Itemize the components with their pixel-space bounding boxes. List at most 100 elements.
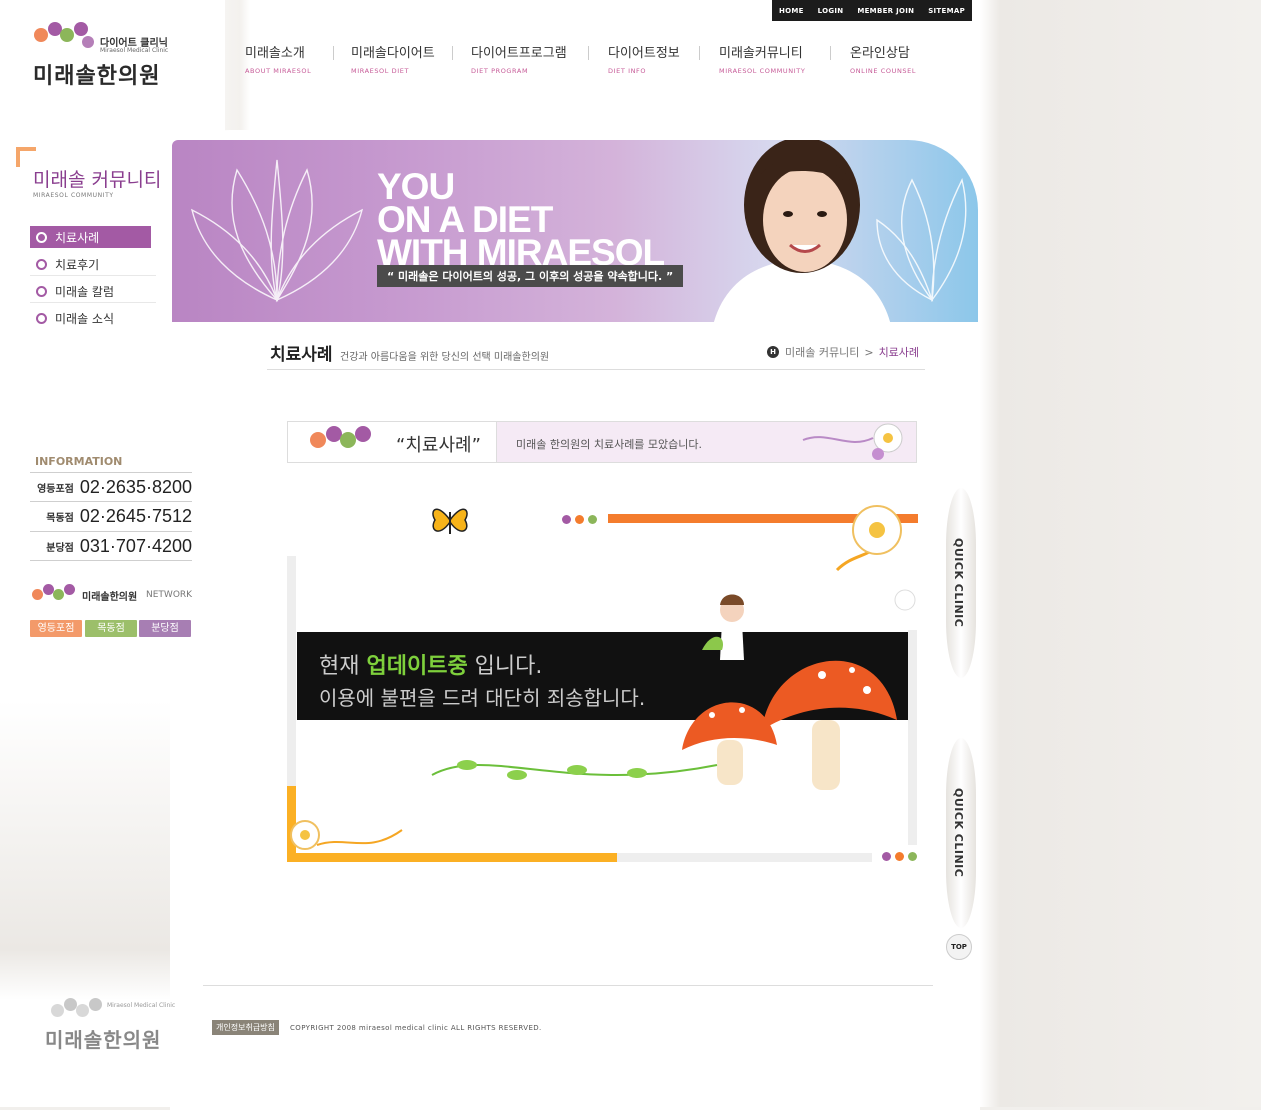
logo-title: 미래솔한의원 [33, 64, 161, 89]
info-branch: 영등포점 [37, 483, 74, 495]
title-box-label-area: “치료사례” [288, 422, 497, 462]
bullet-ring-icon [36, 231, 47, 243]
nav-program[interactable]: 다이어트프로그램 DIET PROGRAM [471, 42, 567, 75]
leaf-vine-decoration-icon [431, 760, 718, 780]
nav-label: 다이어트정보 [608, 46, 680, 61]
logo-dot-icon [51, 1004, 64, 1017]
util-login-link[interactable]: LOGIN [818, 7, 844, 15]
title-box-description: 미래솔 한의원의 치료사례를 모았습니다. [516, 438, 703, 451]
breadcrumb-separator: > [864, 345, 874, 359]
notice-message: 현재 업데이트중 입니다. [319, 648, 542, 680]
util-home-link[interactable]: HOME [779, 7, 804, 15]
logo[interactable]: 다이어트 클리닉 Miraesol Medical Clinic 미래솔한의원 [30, 22, 180, 92]
butterfly-icon [432, 508, 468, 534]
section-title: 미래솔 커뮤니티 [33, 169, 162, 191]
sidebar-item-reviews[interactable]: 치료후기 [30, 253, 156, 276]
network-btn-bundang[interactable]: 분당점 [139, 620, 191, 637]
logo-dot-icon [89, 998, 102, 1011]
notice-text: 입니다. [467, 654, 543, 679]
network-btn-yeongdeungpo[interactable]: 영등포점 [30, 620, 82, 637]
info-branch: 목동점 [46, 512, 74, 524]
frame-bar [617, 853, 872, 862]
sidebar-item-label: 미래솔 소식 [55, 311, 115, 326]
info-title: INFORMATION [35, 455, 123, 468]
nav-diet[interactable]: 미래솔다이어트 MIRAESOL DIET [351, 42, 435, 75]
quick-clinic-tab[interactable]: QUICK CLINIC [946, 488, 976, 678]
decor-dot-icon [882, 852, 891, 861]
quick-clinic-label: QUICK CLINIC [952, 538, 965, 628]
nav-divider [452, 46, 453, 60]
notice-highlight: 업데이트중 [366, 654, 468, 679]
quick-clinic-tab[interactable]: QUICK CLINIC [946, 738, 976, 928]
nav-counsel[interactable]: 온라인상담 ONLINE COUNSEL [850, 42, 916, 75]
nav-label-en: ONLINE COUNSEL [850, 67, 917, 75]
nav-label-en: DIET PROGRAM [471, 67, 529, 75]
section-subtitle: MIRAESOL COMMUNITY [33, 192, 114, 199]
nav-label: 미래솔다이어트 [351, 46, 435, 61]
decor-dot-icon [562, 515, 571, 524]
nav-label: 온라인상담 [850, 46, 910, 61]
nav-divider [830, 46, 831, 60]
info-row: 영등포점 02·2635·8200 [30, 472, 192, 501]
util-sitemap-link[interactable]: SITEMAP [928, 7, 965, 15]
nav-label-en: DIET INFO [608, 67, 647, 75]
sidebar-item-news[interactable]: 미래솔 소식 [30, 307, 156, 329]
logo-dot-icon [310, 432, 326, 448]
scroll-top-button[interactable]: TOP [946, 934, 972, 960]
decor-dot-icon [575, 515, 584, 524]
sidebar-item-label: 미래솔 칼럼 [55, 284, 115, 299]
sidebar-item-label: 치료후기 [55, 257, 100, 272]
footer-divider [203, 985, 933, 986]
logo-dot-icon [60, 28, 74, 42]
decor-dot-icon [908, 852, 917, 861]
home-icon[interactable]: H [767, 346, 779, 358]
notice-apology: 이용에 불편을 드려 대단히 죄송합니다. [319, 686, 646, 710]
breadcrumb: H 미래솔 커뮤니티 > 치료사례 [767, 344, 919, 360]
copyright: COPYRIGHT 2008 miraesol medical clinic A… [290, 1024, 542, 1032]
util-join-link[interactable]: MEMBER JOIN [857, 7, 914, 15]
info-row: 분당점 031·707·4200 [30, 531, 192, 561]
banner-headline: YOU ON A DIET WITH MIRAESOL [377, 168, 665, 271]
network-btn-mokdong[interactable]: 목동점 [85, 620, 137, 637]
banner-quote: “ 미래솔은 다이어트의 성공, 그 이후의 성공을 약속합니다. ” [377, 265, 684, 287]
nav-info[interactable]: 다이어트정보 DIET INFO [608, 42, 680, 75]
nav-label: 미래솔커뮤니티 [719, 46, 803, 61]
breadcrumb-parent[interactable]: 미래솔 커뮤니티 [785, 344, 859, 360]
network-label: 미래솔한의원 [82, 592, 138, 603]
logo-subtitle-en: Miraesol Medical Clinic [100, 47, 169, 54]
sidebar-item-label: 치료사례 [55, 230, 100, 245]
notice-text: 현재 [319, 654, 367, 679]
logo-dot-icon [340, 432, 356, 448]
info-phone: 02·2635·8200 [79, 476, 192, 497]
section-bracket-icon [16, 147, 36, 167]
bullet-ring-icon [36, 285, 47, 297]
breadcrumb-current: 치료사례 [878, 346, 920, 359]
nav-divider [333, 46, 334, 60]
info-row: 목동점 02·2645·7512 [30, 501, 192, 530]
footer-logo-en: Miraesol Medical Clinic [107, 1002, 176, 1009]
flower-decoration-icon [802, 423, 903, 460]
network-header: 미래솔한의원 NETWORK [30, 583, 195, 608]
nav-label-en: MIRAESOL COMMUNITY [719, 67, 806, 75]
sidebar-item-column[interactable]: 미래솔 칼럼 [30, 280, 156, 303]
logo-dot-icon [74, 22, 88, 36]
nav-label-en: MIRAESOL DIET [351, 67, 410, 75]
flower-illustration-icon [876, 177, 967, 303]
logo-dot-icon [64, 584, 75, 595]
privacy-policy-link[interactable]: 개인정보취급방침 [212, 1020, 279, 1035]
nav-divider [699, 46, 700, 60]
info-phone: 031·707·4200 [79, 535, 192, 556]
frame-bar [908, 630, 917, 845]
nav-divider [588, 46, 589, 60]
bullet-ring-icon [36, 312, 47, 324]
hero-banner: YOU ON A DIET WITH MIRAESOL “ 미래솔은 다이어트의… [172, 140, 978, 322]
utility-nav: HOME LOGIN MEMBER JOIN SITEMAP [772, 0, 972, 21]
flower-decoration-icon [290, 820, 403, 850]
nav-about[interactable]: 미래솔소개 ABOUT MIRAESOL [245, 42, 311, 75]
logo-dot-icon [32, 589, 43, 600]
info-branch: 분당점 [46, 542, 74, 554]
sidebar-item-cases[interactable]: 치료사례 [30, 226, 151, 248]
nav-community[interactable]: 미래솔커뮤니티 MIRAESOL COMMUNITY [719, 42, 805, 75]
nav-label-en: ABOUT MIRAESOL [245, 67, 312, 75]
decor-dot-icon [588, 515, 597, 524]
